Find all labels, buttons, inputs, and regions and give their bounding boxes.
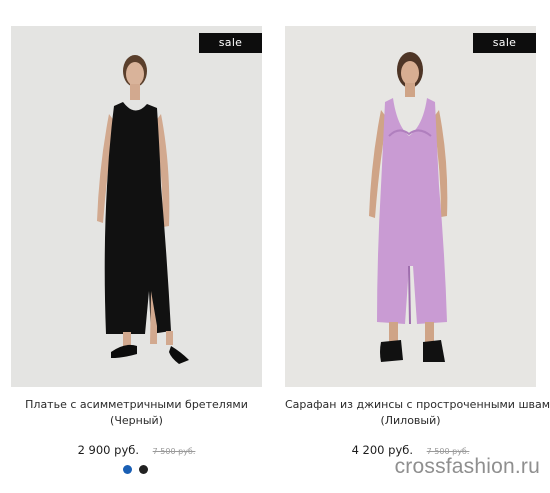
product-title[interactable]: Сарафан из джинсы с простроченными швами… [285,397,550,429]
product-title-color[interactable]: (Лиловый) [285,413,536,429]
product-prices: 2 900 руб. 7 500 руб. [11,442,262,460]
product-title-name[interactable]: Сарафан из джинсы с простроченными швами [285,397,550,413]
product-title-name[interactable]: Платье с асимметричными бретелями [11,397,262,413]
current-price: 2 900 руб. [77,443,140,457]
color-swatch-black[interactable] [139,465,148,474]
color-swatches [123,465,148,474]
product-card-black-dress[interactable]: sale Платье с асимметричными бретелями (… [11,26,262,460]
sale-badge: sale [473,33,536,53]
product-photo[interactable]: sale [285,26,536,387]
product-card-lilac-sundress[interactable]: sale Сарафан из джинсы с простроченными … [285,26,550,460]
product-title[interactable]: Платье с асимметричными бретелями (Черны… [11,397,262,429]
sale-badge: sale [199,33,262,53]
model-black-dress-image [97,55,189,364]
product-title-color[interactable]: (Черный) [11,413,262,429]
color-swatch-blue[interactable] [123,465,132,474]
old-price: 7 500 руб. [152,447,196,456]
watermark: crossfashion.ru [394,455,540,478]
product-photo[interactable]: sale [11,26,262,387]
model-lilac-sundress-image [369,52,448,362]
